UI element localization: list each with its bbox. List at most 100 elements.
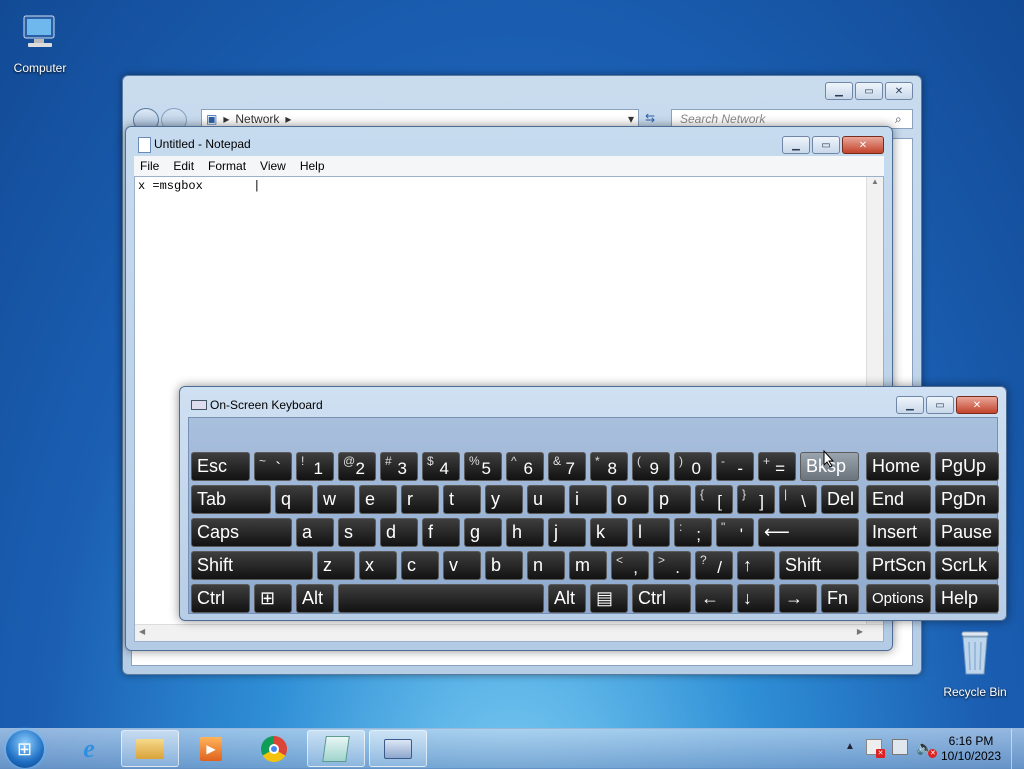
key-p[interactable]: p <box>653 485 691 514</box>
key-o[interactable]: o <box>611 485 649 514</box>
key-left[interactable]: ← <box>695 584 733 613</box>
scroll-up-icon[interactable]: ▲ <box>867 177 883 186</box>
key-f[interactable]: f <box>422 518 460 547</box>
key-up[interactable]: ↑ <box>737 551 775 580</box>
breadcrumb-network[interactable]: Network <box>235 112 279 126</box>
key-s[interactable]: s <box>338 518 376 547</box>
key-m[interactable]: m <box>569 551 607 580</box>
key-del[interactable]: Del <box>821 485 859 514</box>
scroll-left-icon[interactable]: ◀ <box>139 627 145 636</box>
key-slash[interactable]: ? / <box>695 551 733 580</box>
key-alt-left[interactable]: Alt <box>296 584 334 613</box>
key-k[interactable]: k <box>590 518 628 547</box>
chevron-down-icon[interactable]: ▾ <box>628 112 634 126</box>
key-tilde[interactable]: ~ ` <box>254 452 292 481</box>
key-menu[interactable]: ▤ <box>590 584 628 613</box>
key-c[interactable]: c <box>401 551 439 580</box>
key-n[interactable]: n <box>527 551 565 580</box>
taskbar-notepad[interactable] <box>307 730 365 767</box>
key-j[interactable]: j <box>548 518 586 547</box>
taskbar-chrome[interactable] <box>245 730 303 767</box>
action-center-icon[interactable]: ✕ <box>866 739 885 758</box>
key-z[interactable]: z <box>317 551 355 580</box>
key-alt-right[interactable]: Alt <box>548 584 586 613</box>
system-clock[interactable]: 6:16 PM 10/10/2023 <box>936 734 1006 764</box>
key-shift-right[interactable]: Shift <box>779 551 859 580</box>
key-left-bracket[interactable]: {[ <box>695 485 733 514</box>
scroll-right-icon[interactable]: ▶ <box>857 627 863 636</box>
key-minus[interactable]: -- <box>716 452 754 481</box>
network-status-icon[interactable] <box>892 739 908 755</box>
refresh-icon[interactable]: ⇆ <box>645 111 655 125</box>
key-down[interactable]: ↓ <box>737 584 775 613</box>
menu-view[interactable]: View <box>260 159 286 173</box>
key-help[interactable]: Help <box>935 584 999 613</box>
minimize-button[interactable]: ▁ <box>782 136 810 154</box>
key-i[interactable]: i <box>569 485 607 514</box>
key-2[interactable]: @2 <box>338 452 376 481</box>
menu-file[interactable]: File <box>140 159 159 173</box>
key-h[interactable]: h <box>506 518 544 547</box>
taskbar-explorer[interactable] <box>121 730 179 767</box>
start-button[interactable]: ⊞ <box>6 730 44 768</box>
key-prtscn[interactable]: PrtScn <box>866 551 931 580</box>
minimize-button[interactable]: ▁ <box>825 82 853 100</box>
key-end[interactable]: End <box>866 485 931 514</box>
key-1[interactable]: ! 1 <box>296 452 334 481</box>
show-hidden-icons-icon[interactable]: ▲ <box>845 741 855 752</box>
maximize-button[interactable]: ▭ <box>926 396 954 414</box>
key-enter[interactable]: ⟵ <box>758 518 859 547</box>
key-6[interactable]: ^ 6 <box>506 452 544 481</box>
key-backslash[interactable]: | \ <box>779 485 817 514</box>
on-screen-keyboard-window[interactable]: On-Screen Keyboard ▁ ▭ ✕ Esc ~ ` ! 1 @2 #3… <box>179 386 1007 621</box>
key-5[interactable]: % 5 <box>464 452 502 481</box>
menu-format[interactable]: Format <box>208 159 246 173</box>
key-options[interactable]: Options <box>866 584 931 613</box>
taskbar-ie[interactable]: e <box>60 730 118 767</box>
close-button[interactable]: ✕ <box>885 82 913 100</box>
horizontal-scrollbar[interactable]: ◀ ▶ <box>135 624 883 641</box>
key-g[interactable]: g <box>464 518 502 547</box>
key-insert[interactable]: Insert <box>866 518 931 547</box>
key-y[interactable]: y <box>485 485 523 514</box>
key-right[interactable]: → <box>779 584 817 613</box>
key-x[interactable]: x <box>359 551 397 580</box>
key-ctrl-left[interactable]: Ctrl <box>191 584 250 613</box>
key-e[interactable]: e <box>359 485 397 514</box>
key-semicolon[interactable]: :; <box>674 518 712 547</box>
key-quote[interactable]: " ' <box>716 518 754 547</box>
key-3[interactable]: #3 <box>380 452 418 481</box>
key-caps[interactable]: Caps <box>191 518 292 547</box>
key-0[interactable]: ) 0 <box>674 452 712 481</box>
key-4[interactable]: $4 <box>422 452 460 481</box>
close-button[interactable]: ✕ <box>956 396 998 414</box>
key-8[interactable]: * 8 <box>590 452 628 481</box>
key-7[interactable]: & 7 <box>548 452 586 481</box>
key-windows[interactable]: ⊞ <box>254 584 292 613</box>
menu-edit[interactable]: Edit <box>173 159 194 173</box>
key-esc[interactable]: Esc <box>191 452 250 481</box>
volume-muted-icon[interactable]: 🔈 ✕ <box>916 739 938 758</box>
key-equals[interactable]: + = <box>758 452 796 481</box>
key-shift-left[interactable]: Shift <box>191 551 313 580</box>
key-b[interactable]: b <box>485 551 523 580</box>
key-ctrl-right[interactable]: Ctrl <box>632 584 691 613</box>
key-space[interactable] <box>338 584 544 613</box>
key-pgup[interactable]: PgUp <box>935 452 999 481</box>
menu-help[interactable]: Help <box>300 159 325 173</box>
desktop-icon-recycle-bin[interactable]: Recycle Bin <box>939 628 1011 699</box>
key-l[interactable]: l <box>632 518 670 547</box>
show-desktop-button[interactable] <box>1011 729 1024 769</box>
key-pgdn[interactable]: PgDn <box>935 485 999 514</box>
minimize-button[interactable]: ▁ <box>896 396 924 414</box>
taskbar-media-player[interactable]: ▶ <box>182 730 240 767</box>
key-scrlk[interactable]: ScrLk <box>935 551 999 580</box>
key-comma[interactable]: <, <box>611 551 649 580</box>
key-v[interactable]: v <box>443 551 481 580</box>
key-u[interactable]: u <box>527 485 565 514</box>
key-fn[interactable]: Fn <box>821 584 859 613</box>
key-home[interactable]: Home <box>866 452 931 481</box>
key-w[interactable]: w <box>317 485 355 514</box>
desktop-icon-computer[interactable]: Computer <box>4 10 76 75</box>
key-tab[interactable]: Tab <box>191 485 271 514</box>
